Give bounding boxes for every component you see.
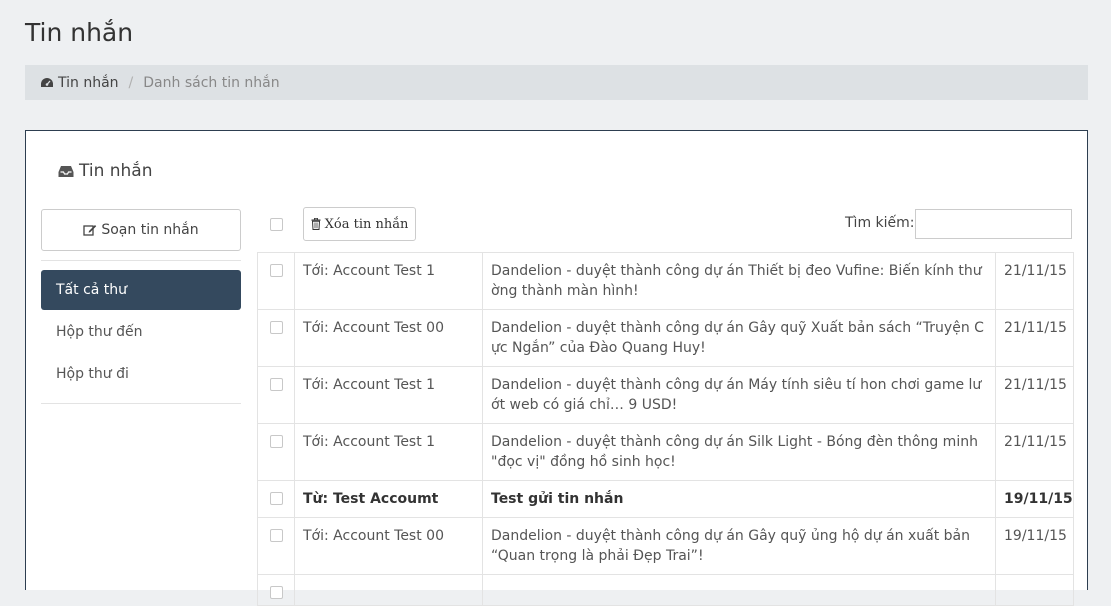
sidebar-divider bbox=[41, 403, 241, 404]
table-row[interactable] bbox=[257, 574, 1074, 606]
edit-icon bbox=[83, 224, 97, 236]
breadcrumb-current: Danh sách tin nhắn bbox=[143, 74, 280, 91]
message-from[interactable]: Từ: Test Accoumt bbox=[294, 480, 483, 518]
message-from[interactable]: Tới: Account Test 1 bbox=[294, 252, 483, 310]
message-date: 21/11/15 bbox=[995, 366, 1074, 424]
message-from[interactable]: Tới: Account Test 00 bbox=[294, 309, 483, 367]
messages-table: Tới: Account Test 1 Dandelion - duyệt th… bbox=[257, 252, 1074, 606]
messages-panel: Tin nhắn Soạn tin nhắn Tất cả thư Hộp th… bbox=[25, 130, 1088, 606]
sidebar-item-sent[interactable]: Hộp thư đi bbox=[41, 354, 241, 394]
message-from[interactable] bbox=[294, 574, 483, 606]
delete-button[interactable]: Xóa tin nhắn bbox=[303, 207, 416, 241]
message-date: 21/11/15 bbox=[995, 309, 1074, 367]
message-subject[interactable]: Test gửi tin nhắn bbox=[482, 480, 996, 518]
table-row[interactable]: Tới: Account Test 00 Dandelion - duyệt t… bbox=[257, 309, 1074, 367]
sidebar-item-label: Tất cả thư bbox=[56, 282, 128, 298]
message-date: 21/11/15 bbox=[995, 423, 1074, 481]
search-label: Tìm kiếm: bbox=[845, 215, 915, 231]
table-row[interactable]: Tới: Account Test 1 Dandelion - duyệt th… bbox=[257, 423, 1074, 481]
message-date: 21/11/15 bbox=[995, 252, 1074, 310]
table-row[interactable]: Tới: Account Test 1 Dandelion - duyệt th… bbox=[257, 366, 1074, 424]
breadcrumb-home-label: Tin nhắn bbox=[58, 74, 119, 91]
dashboard-icon bbox=[41, 77, 53, 87]
breadcrumb: Tin nhắn / Danh sách tin nhắn bbox=[25, 65, 1088, 100]
trash-icon bbox=[311, 218, 321, 230]
row-checkbox[interactable] bbox=[269, 529, 283, 542]
panel-title: Tin nhắn bbox=[58, 161, 153, 181]
row-checkbox[interactable] bbox=[269, 264, 283, 277]
table-row[interactable]: Từ: Test Accoumt Test gửi tin nhắn 19/11… bbox=[257, 480, 1074, 518]
page-title: Tin nhắn bbox=[25, 18, 134, 47]
sidebar-item-inbox[interactable]: Hộp thư đến bbox=[41, 312, 241, 352]
row-checkbox[interactable] bbox=[269, 586, 283, 599]
delete-button-label: Xóa tin nhắn bbox=[324, 216, 409, 232]
breadcrumb-separator: / bbox=[128, 74, 134, 91]
row-checkbox[interactable] bbox=[269, 321, 283, 334]
message-subject[interactable]: Dandelion - duyệt thành công dự án Thiết… bbox=[482, 252, 996, 310]
inbox-icon bbox=[58, 165, 74, 177]
compose-button[interactable]: Soạn tin nhắn bbox=[41, 209, 241, 251]
message-subject[interactable]: Dandelion - duyệt thành công dự án Silk … bbox=[482, 423, 996, 481]
message-date: 19/11/15 bbox=[995, 480, 1074, 518]
message-date bbox=[995, 574, 1074, 606]
row-checkbox[interactable] bbox=[269, 492, 283, 505]
compose-button-label: Soạn tin nhắn bbox=[101, 222, 199, 238]
search-input[interactable] bbox=[915, 209, 1072, 239]
table-row[interactable]: Tới: Account Test 1 Dandelion - duyệt th… bbox=[257, 252, 1074, 310]
sidebar-item-all[interactable]: Tất cả thư bbox=[41, 270, 241, 310]
row-checkbox[interactable] bbox=[269, 378, 283, 391]
message-subject[interactable] bbox=[482, 574, 996, 606]
breadcrumb-home[interactable]: Tin nhắn bbox=[40, 75, 119, 91]
message-subject[interactable]: Dandelion - duyệt thành công dự án Gây q… bbox=[482, 309, 996, 367]
row-checkbox[interactable] bbox=[269, 435, 283, 448]
sidebar-item-label: Hộp thư đi bbox=[56, 366, 129, 382]
message-from[interactable]: Tới: Account Test 00 bbox=[294, 517, 483, 575]
message-from[interactable]: Tới: Account Test 1 bbox=[294, 423, 483, 481]
sidebar-divider bbox=[41, 260, 241, 261]
message-subject[interactable]: Dandelion - duyệt thành công dự án Gây q… bbox=[482, 517, 996, 575]
message-subject[interactable]: Dandelion - duyệt thành công dự án Máy t… bbox=[482, 366, 996, 424]
sidebar-item-label: Hộp thư đến bbox=[56, 324, 143, 340]
select-all-checkbox[interactable] bbox=[270, 218, 283, 231]
table-row[interactable]: Tới: Account Test 00 Dandelion - duyệt t… bbox=[257, 517, 1074, 575]
message-from[interactable]: Tới: Account Test 1 bbox=[294, 366, 483, 424]
message-date: 19/11/15 bbox=[995, 517, 1074, 575]
panel-title-label: Tin nhắn bbox=[79, 161, 153, 181]
